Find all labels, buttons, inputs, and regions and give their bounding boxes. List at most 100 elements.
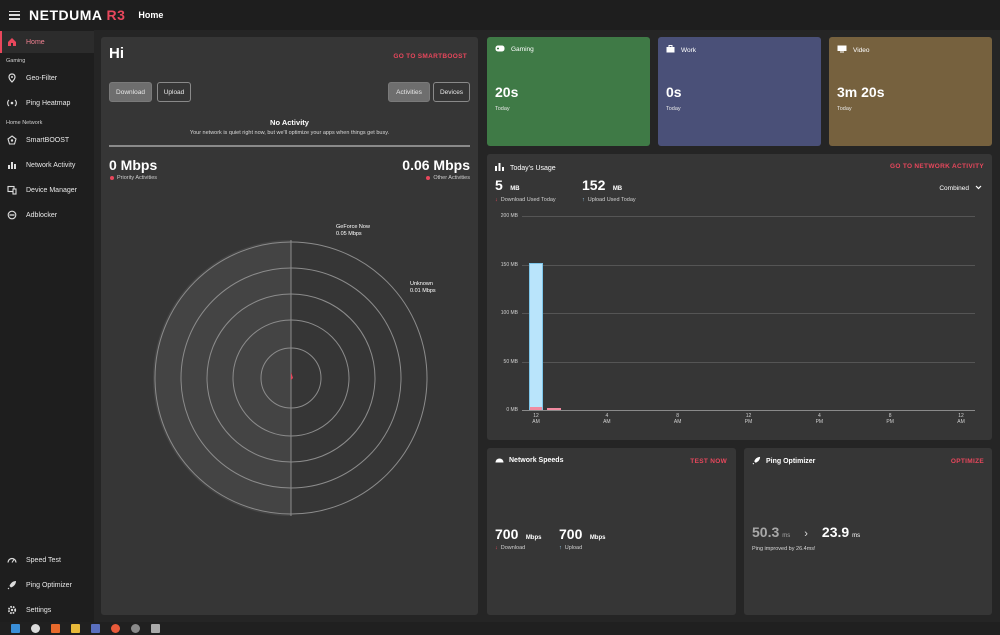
sidebar-item-ping-optimizer[interactable]: Ping Optimizer bbox=[0, 574, 94, 596]
gaming-card-value: 20s bbox=[495, 84, 519, 100]
sidebar-section-home-network: Home Network bbox=[6, 120, 43, 126]
grid-line bbox=[522, 216, 975, 217]
download-speed-label: ↓ Download bbox=[495, 545, 526, 551]
page-title: Home bbox=[138, 10, 164, 20]
x-tick-label: 12 AM bbox=[957, 413, 965, 425]
speedometer-icon bbox=[6, 554, 18, 566]
upload-toggle-button[interactable]: Upload bbox=[157, 82, 191, 102]
greeting: Hi bbox=[109, 45, 124, 62]
usage-panel: Today's Usage GO TO NETWORK ACTIVITY 5 M… bbox=[487, 154, 992, 440]
activity-panel: Hi GO TO SMARTBOOST Download Upload Acti… bbox=[101, 37, 478, 615]
rocket-icon bbox=[752, 456, 761, 467]
sidebar-item-settings[interactable]: Settings bbox=[0, 599, 94, 621]
grid-line bbox=[522, 313, 975, 314]
ping-optimizer-panel: Ping Optimizer OPTIMIZE 50.3 ms › 23.9 m… bbox=[744, 448, 992, 615]
devices-toggle-button[interactable]: Devices bbox=[433, 82, 470, 102]
no-activity-description: Your network is quiet right now, but we'… bbox=[189, 130, 390, 136]
app-icon[interactable] bbox=[151, 624, 160, 633]
sidebar-item-adblocker[interactable]: Adblocker bbox=[0, 204, 94, 226]
brave-icon[interactable] bbox=[51, 624, 60, 633]
down-arrow-icon: ↓ bbox=[495, 545, 498, 551]
download-speed: 700 Mbps bbox=[495, 526, 542, 542]
upload-usage-label: ↑ Upload Used Today bbox=[582, 197, 636, 203]
y-tick-label: 150 MB bbox=[500, 261, 518, 268]
logo: NETDUMA R3 bbox=[29, 7, 126, 23]
video-card-subtitle: Today bbox=[837, 106, 852, 112]
priority-activities-label: Priority Activities bbox=[110, 175, 157, 181]
optimize-link[interactable]: OPTIMIZE bbox=[951, 458, 984, 465]
bar-chart-icon bbox=[6, 159, 18, 171]
menu-icon[interactable] bbox=[9, 10, 20, 20]
sidebar-item-ping-heatmap[interactable]: Ping Heatmap bbox=[0, 92, 94, 114]
y-tick-label: 50 MB bbox=[503, 358, 518, 365]
video-card-title: Video bbox=[853, 46, 870, 54]
gaming-card[interactable]: Gaming 20s Today bbox=[487, 37, 650, 146]
upload-bar[interactable] bbox=[529, 262, 543, 410]
other-dot-icon bbox=[426, 176, 431, 180]
start-icon[interactable] bbox=[11, 624, 20, 633]
network-speeds-title: Network Speeds bbox=[509, 457, 564, 464]
down-arrow-icon: ↓ bbox=[495, 197, 498, 203]
y-tick-label: 100 MB bbox=[500, 310, 518, 316]
no-activity-title: No Activity bbox=[270, 118, 309, 127]
gaming-card-subtitle: Today bbox=[495, 106, 510, 112]
gaming-card-title: Gaming bbox=[511, 46, 534, 53]
upload-speed-label: ↑ Upload bbox=[559, 545, 583, 551]
activities-toggle-button[interactable]: Activities bbox=[388, 82, 430, 102]
network-speeds-panel: Network Speeds TEST NOW 700 Mbps ↓ Downlo… bbox=[487, 448, 736, 615]
ping-arrow-icon: › bbox=[804, 528, 808, 540]
work-card[interactable]: Work 0s Today bbox=[658, 37, 821, 146]
grid-line bbox=[522, 264, 975, 266]
ping-improvement-note: Ping improved by 26.4ms! bbox=[752, 546, 816, 552]
radar-label-unknown: Unknown 0.01 Mbps bbox=[410, 281, 436, 294]
test-now-link[interactable]: TEST NOW bbox=[690, 458, 727, 465]
y-tick-label: 0 MB bbox=[506, 407, 518, 413]
download-toggle-button[interactable]: Download bbox=[109, 82, 152, 102]
sidebar-item-geo-filter[interactable]: Geo-Filter bbox=[0, 67, 94, 89]
home-icon bbox=[6, 36, 18, 48]
app-icon[interactable] bbox=[131, 624, 140, 633]
up-arrow-icon: ↑ bbox=[582, 197, 585, 203]
go-to-smartboost-link[interactable]: GO TO SMARTBOOST bbox=[393, 53, 467, 60]
sidebar-item-smartboost[interactable]: SmartBOOST bbox=[0, 129, 94, 151]
ping-before-unit: ms bbox=[782, 533, 791, 539]
ping-optimizer-title: Ping Optimizer bbox=[766, 458, 816, 465]
work-card-value: 0s bbox=[666, 84, 682, 100]
folder-icon[interactable] bbox=[71, 624, 80, 633]
radar-marker bbox=[291, 372, 293, 380]
upload-usage: 152 MB bbox=[582, 177, 623, 193]
sidebar-item-home[interactable]: Home bbox=[0, 31, 94, 53]
gamepad-icon bbox=[495, 45, 505, 54]
x-tick-label: 4 PM bbox=[815, 413, 824, 425]
go-to-network-activity-link[interactable]: GO TO NETWORK ACTIVITY bbox=[890, 163, 984, 170]
usage-chart-icon bbox=[495, 163, 504, 173]
work-card-title: Work bbox=[681, 46, 697, 54]
sidebar-item-speed-test[interactable]: Speed Test bbox=[0, 549, 94, 571]
gear-icon bbox=[6, 604, 18, 616]
radar-label-geforce-now: GeForce Now 0.05 Mbps bbox=[336, 224, 370, 237]
rocket-icon bbox=[6, 579, 18, 591]
ping-after-value: 23.9 bbox=[821, 524, 850, 540]
x-tick-label: 4 AM bbox=[603, 413, 611, 425]
usage-filter-select[interactable]: Combined bbox=[939, 185, 982, 192]
chevron-down-icon bbox=[975, 185, 982, 192]
grid-line bbox=[522, 410, 975, 411]
grid-line bbox=[522, 361, 975, 363]
download-bar[interactable] bbox=[546, 408, 561, 411]
signal-icon bbox=[6, 97, 18, 109]
app-icon[interactable] bbox=[91, 624, 100, 633]
video-card-value: 3m 20s bbox=[837, 84, 885, 100]
activity-progress-bar bbox=[109, 145, 470, 147]
block-icon bbox=[6, 209, 18, 221]
sidebar-item-device-manager[interactable]: Device Manager bbox=[0, 179, 94, 201]
video-card[interactable]: Video 3m 20s Today bbox=[829, 37, 992, 146]
up-arrow-icon: ↑ bbox=[559, 545, 562, 551]
sidebar-item-network-activity[interactable]: Network Activity bbox=[0, 154, 94, 176]
download-bar[interactable] bbox=[530, 407, 542, 410]
devices-icon bbox=[6, 184, 18, 196]
browser-icon[interactable] bbox=[31, 624, 40, 633]
taskbar bbox=[0, 622, 1000, 635]
y-tick-label: 200 MB bbox=[500, 213, 518, 219]
app-icon[interactable] bbox=[111, 624, 120, 633]
download-usage: 5 MB bbox=[495, 177, 520, 193]
